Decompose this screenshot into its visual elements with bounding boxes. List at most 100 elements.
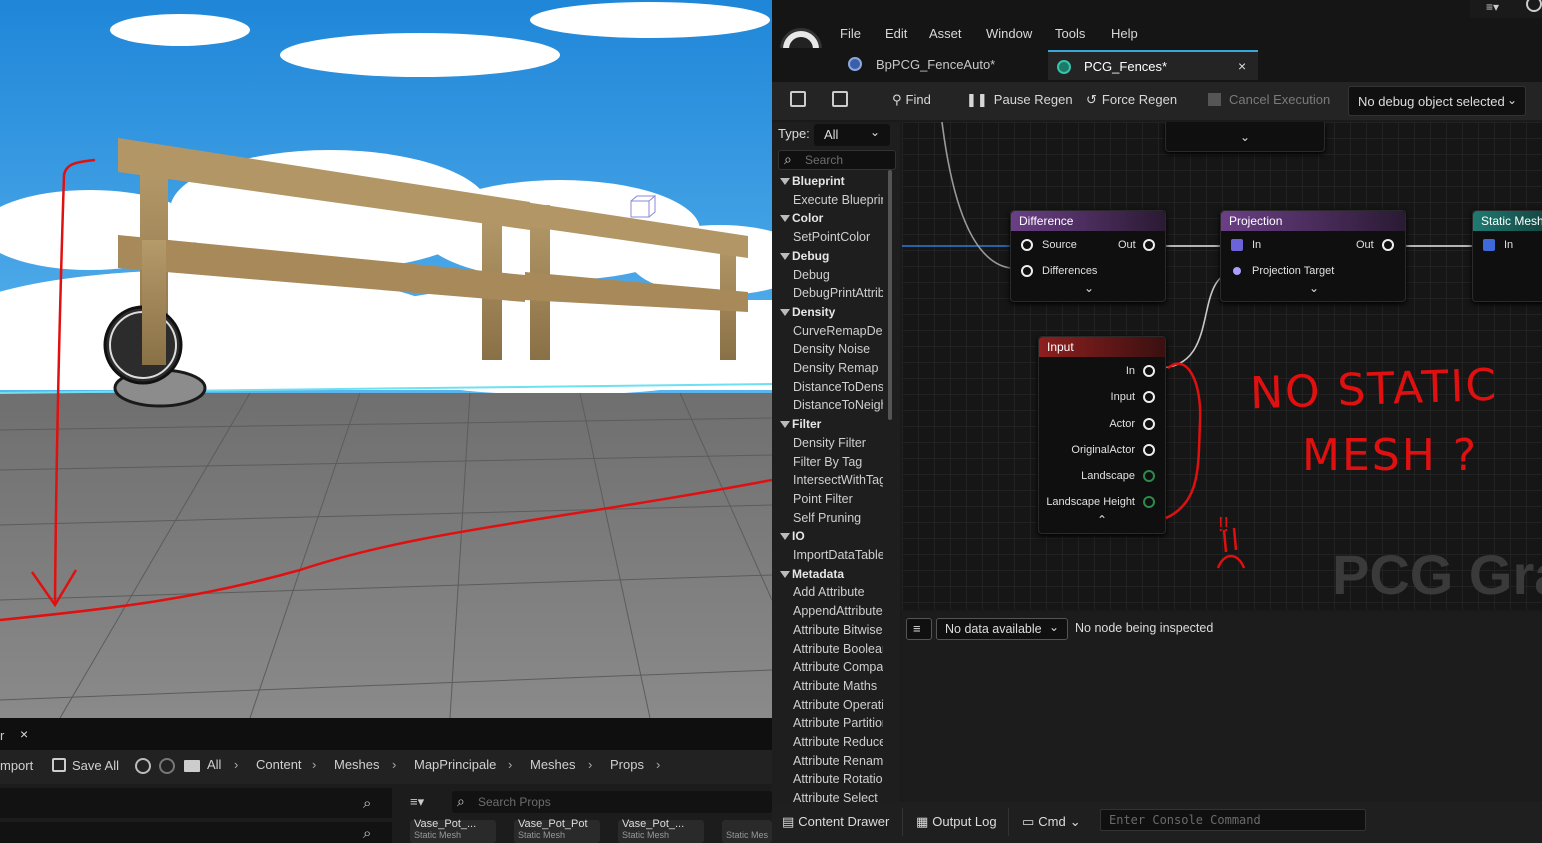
data-select[interactable]: No data available ⌄ <box>936 618 1068 640</box>
palette-item[interactable]: Attribute Operation <box>793 698 883 712</box>
save-all-button[interactable]: Save All <box>72 758 119 773</box>
content-drawer-button[interactable]: ▤ Content Drawer <box>782 814 889 830</box>
palette-item[interactable]: Attribute Maths <box>793 679 883 693</box>
palette-item[interactable]: SetPointColor <box>793 230 883 244</box>
asset-tile[interactable]: Vase_Pot_... Static Mesh <box>410 818 496 843</box>
tab-pcg-fences[interactable]: PCG_Fences* × <box>1048 50 1258 80</box>
asset-name: Vase_Pot_... <box>414 818 477 830</box>
menu-asset[interactable]: Asset <box>929 26 962 41</box>
blueprint-icon <box>848 57 862 71</box>
forward-icon[interactable] <box>159 758 175 774</box>
chevron-right-icon[interactable]: › <box>312 757 316 772</box>
asset-tile[interactable]: Vase_Pot_... Static Mesh <box>618 818 704 843</box>
palette-item[interactable]: Attribute Boolean <box>793 642 883 656</box>
palette-item[interactable]: Attribute Rotation <box>793 772 883 786</box>
output-log-button[interactable]: ▦ Output Log <box>916 814 997 830</box>
filter-icon[interactable]: ≡▾ <box>410 794 424 810</box>
tab-bppcg-fenceauto[interactable]: BpPCG_FenceAuto* <box>840 50 1046 80</box>
palette-category[interactable]: IO <box>792 529 805 543</box>
menu-edit[interactable]: Edit <box>885 26 907 41</box>
settings-icon[interactable]: ≡▾ <box>1486 0 1499 14</box>
breadcrumb-item[interactable]: Meshes <box>334 757 380 772</box>
menu-tools[interactable]: Tools <box>1055 26 1085 41</box>
breadcrumb-item[interactable]: Content <box>256 757 302 772</box>
palette-item[interactable]: Point Filter <box>793 492 883 506</box>
console-input[interactable]: Enter Console Command <box>1100 809 1366 831</box>
close-icon[interactable]: × <box>20 726 28 742</box>
palette-item[interactable]: Self Pruning <box>793 511 883 525</box>
palette-search-input[interactable]: ⌕ Search <box>778 150 896 170</box>
cancel-execution-button[interactable]: Cancel Execution <box>1208 92 1330 107</box>
pause-regen-button[interactable]: ❚❚ Pause Regen <box>966 92 1073 108</box>
folder-search-input[interactable] <box>0 788 392 818</box>
chevron-down-icon: ⌄ <box>1507 93 1518 107</box>
palette-item[interactable]: Execute Blueprint <box>793 193 883 207</box>
chevron-right-icon[interactable]: › <box>588 757 592 772</box>
palette-item[interactable]: Attribute Rename <box>793 754 883 768</box>
palette-category[interactable]: Filter <box>792 417 821 431</box>
find-button[interactable]: ⚲ Find <box>892 92 931 108</box>
cmd-select[interactable]: ▭ Cmd ⌄ <box>1022 814 1081 830</box>
palette-category[interactable]: Debug <box>792 249 829 263</box>
chevron-down-icon[interactable] <box>780 570 790 578</box>
breadcrumb-item[interactable]: Meshes <box>530 757 576 772</box>
palette-item[interactable]: DistanceToDensity <box>793 380 883 394</box>
palette-category[interactable]: Metadata <box>792 567 844 581</box>
debug-object-select[interactable]: No debug object selected ⌄ <box>1348 86 1526 116</box>
palette-item[interactable]: ImportDataTable <box>793 548 883 562</box>
graph-canvas[interactable]: ⌄ Difference Source Out Differences ⌄ Pr… <box>902 122 1542 610</box>
import-button[interactable]: mport <box>0 758 33 773</box>
back-icon[interactable] <box>135 758 151 774</box>
palette-item[interactable]: Debug <box>793 268 883 282</box>
palette-item[interactable]: Add Attribute <box>793 585 883 599</box>
asset-tile[interactable]: Vase_Pot_Pot Static Mesh <box>514 818 600 843</box>
close-icon[interactable]: × <box>1238 58 1246 74</box>
content-browser-tab[interactable]: r <box>0 728 4 743</box>
chevron-right-icon[interactable]: › <box>656 757 660 772</box>
chevron-down-icon[interactable] <box>780 215 790 223</box>
palette-item[interactable]: DistanceToNeighbors <box>793 398 883 412</box>
palette-item[interactable]: Filter By Tag <box>793 455 883 469</box>
palette-scrollbar[interactable] <box>888 170 892 420</box>
filter-icon[interactable]: ≡ <box>906 618 932 640</box>
palette-item[interactable]: AppendAttributes <box>793 604 883 618</box>
collections-search-input[interactable] <box>0 822 392 843</box>
menu-file[interactable]: File <box>840 26 861 41</box>
palette-item[interactable]: Attribute Select <box>793 791 883 802</box>
asset-tile[interactable]: Static Mes <box>722 820 772 843</box>
palette-item[interactable]: Density Remap <box>793 361 883 375</box>
breadcrumb-item[interactable]: Props <box>610 757 644 772</box>
chevron-right-icon[interactable]: › <box>508 757 512 772</box>
chevron-down-icon[interactable] <box>780 533 790 541</box>
chevron-down-icon[interactable] <box>780 308 790 316</box>
palette-category[interactable]: Color <box>792 211 823 225</box>
breadcrumb-item[interactable]: All <box>207 757 221 772</box>
refresh-icon: ↺ <box>1086 92 1097 107</box>
breadcrumb-item[interactable]: MapPrincipale <box>414 757 496 772</box>
chevron-right-icon[interactable]: › <box>392 757 396 772</box>
palette-item[interactable]: Attribute Bitwise <box>793 623 883 637</box>
menu-help[interactable]: Help <box>1111 26 1138 41</box>
menu-window[interactable]: Window <box>986 26 1032 41</box>
status-bar: ▤ Content Drawer ▦ Output Log ▭ Cmd ⌄ Enter … <box>772 802 1542 843</box>
chevron-down-icon[interactable] <box>780 178 790 185</box>
palette-item[interactable]: Density Noise <box>793 342 883 356</box>
palette-item[interactable]: Attribute Compare <box>793 660 883 674</box>
level-viewport[interactable] <box>0 0 772 718</box>
palette-item[interactable]: DebugPrintAttribute <box>793 286 883 300</box>
palette-category[interactable]: Blueprint <box>792 174 845 188</box>
palette-item[interactable]: IntersectWithTag <box>793 473 883 487</box>
force-regen-button[interactable]: ↺ Force Regen <box>1086 92 1177 108</box>
palette-item[interactable]: Attribute Partition <box>793 716 883 730</box>
browse-icon[interactable] <box>832 91 848 107</box>
type-select[interactable]: All ⌄ <box>814 124 890 146</box>
palette-category[interactable]: Density <box>792 305 835 319</box>
chevron-right-icon[interactable]: › <box>234 757 238 772</box>
save-icon[interactable] <box>790 91 806 107</box>
palette-item[interactable]: Attribute Reduce <box>793 735 883 749</box>
chevron-down-icon[interactable] <box>780 252 790 260</box>
viewport-scene <box>0 0 772 718</box>
chevron-down-icon[interactable] <box>780 421 790 429</box>
palette-item[interactable]: Density Filter <box>793 436 883 450</box>
palette-item[interactable]: CurveRemapDensity <box>793 324 883 338</box>
